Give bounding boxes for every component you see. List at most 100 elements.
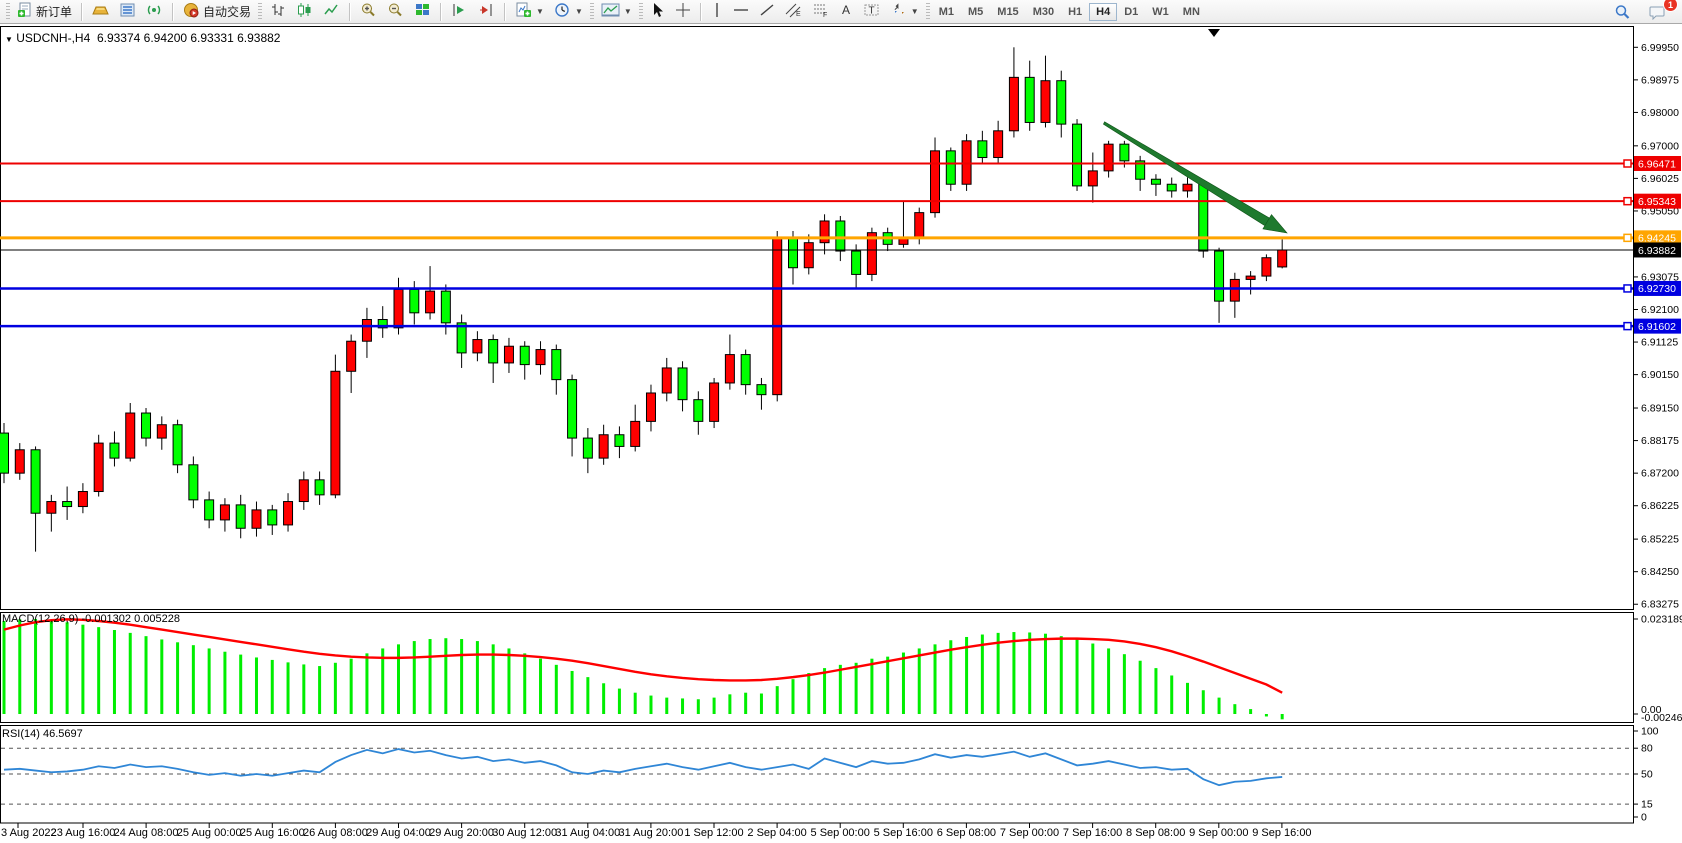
- svg-text:24 Aug 08:00: 24 Aug 08:00: [114, 827, 179, 839]
- text-tool-button[interactable]: A: [834, 0, 858, 23]
- trendline-tool-button[interactable]: [754, 0, 780, 23]
- macd-indicator-label: MACD(12,26,9) -0.001302 0.005228: [2, 613, 180, 625]
- timeframe-w1[interactable]: W1: [1145, 3, 1176, 21]
- toolbar-grip[interactable]: [926, 3, 930, 21]
- svg-text:T: T: [868, 6, 874, 17]
- crosshair-tool-button[interactable]: [670, 0, 696, 23]
- svg-text:25 Aug 00:00: 25 Aug 00:00: [177, 827, 242, 839]
- template-icon: [601, 2, 620, 21]
- collapse-panel-icon[interactable]: ▼: [5, 35, 13, 44]
- timeframe-m30[interactable]: M30: [1026, 3, 1061, 21]
- time-axis[interactable]: 3 Aug 202223 Aug 16:0024 Aug 08:0025 Aug…: [1, 823, 1312, 839]
- svg-text:7 Sep 16:00: 7 Sep 16:00: [1063, 827, 1122, 839]
- new-order-icon: [17, 2, 33, 21]
- signal-icon: [146, 2, 163, 21]
- autotrade-icon: [183, 2, 200, 21]
- gold-ingot-icon: [92, 2, 109, 21]
- svg-text:6.96471: 6.96471: [1638, 158, 1676, 170]
- autotrade-button[interactable]: 自动交易: [178, 0, 256, 23]
- fibonacci-icon: F: [812, 2, 829, 21]
- zoom-out-button[interactable]: [382, 0, 409, 23]
- notifications-button[interactable]: 1: [1644, 0, 1672, 23]
- svg-text:6.96025: 6.96025: [1641, 173, 1679, 185]
- macd-axis[interactable]: 0.0231890.00-0.002468: [1633, 613, 1682, 724]
- svg-text:6.99950: 6.99950: [1641, 42, 1679, 54]
- separator: [172, 3, 174, 21]
- svg-text:-0.002468: -0.002468: [1641, 712, 1682, 724]
- svg-text:26 Aug 08:00: 26 Aug 08:00: [303, 827, 368, 839]
- chart-shift-button[interactable]: [473, 0, 500, 23]
- toolbar-grip[interactable]: [6, 3, 10, 21]
- auto-scroll-button[interactable]: [446, 0, 473, 23]
- svg-text:1 Sep 12:00: 1 Sep 12:00: [684, 827, 743, 839]
- timeframe-h1[interactable]: H1: [1061, 3, 1089, 21]
- periods-button[interactable]: ▼: [549, 0, 588, 23]
- horizontal-line-tool-button[interactable]: [728, 0, 754, 23]
- svg-text:6.98000: 6.98000: [1641, 107, 1679, 119]
- toolbar-grip[interactable]: [258, 3, 262, 21]
- toolbar-grip[interactable]: [590, 3, 594, 21]
- chevron-down-icon: ▼: [624, 7, 632, 16]
- tile-windows-button[interactable]: [409, 0, 436, 23]
- svg-text:6.91125: 6.91125: [1641, 337, 1678, 349]
- zoom-in-icon: [360, 2, 377, 21]
- panel-frames: [1, 27, 1634, 824]
- bar-chart-mode-button[interactable]: [264, 0, 291, 23]
- vertical-line-tool-button[interactable]: [706, 0, 728, 23]
- candlestick-icon: [296, 2, 313, 21]
- svg-text:6.98975: 6.98975: [1641, 74, 1679, 86]
- chevron-down-icon: ▼: [536, 7, 544, 16]
- toolbar-grip[interactable]: [639, 3, 643, 21]
- new-order-button[interactable]: 新订单: [12, 0, 77, 23]
- svg-text:6.90150: 6.90150: [1641, 369, 1679, 381]
- channel-tool-button[interactable]: E: [780, 0, 807, 23]
- gold-symbols-button[interactable]: [87, 0, 114, 23]
- cursor-tool-button[interactable]: [645, 0, 670, 23]
- timeframe-d1[interactable]: D1: [1117, 3, 1145, 21]
- main-toolbar: 新订单 自动交易 ▼ ▼ ▼: [0, 0, 1682, 24]
- svg-text:80: 80: [1641, 743, 1653, 755]
- chart-canvas[interactable]: 6.999506.989756.980006.970006.960256.950…: [0, 25, 1682, 843]
- separator: [81, 3, 83, 21]
- templates-button[interactable]: ▼: [596, 0, 637, 23]
- arrows-icon: [890, 2, 907, 21]
- timeframe-m5[interactable]: M5: [961, 3, 990, 21]
- candlestick-mode-button[interactable]: [291, 0, 318, 23]
- chevron-down-icon: ▼: [911, 7, 919, 16]
- trendline-icon: [759, 2, 775, 21]
- timeframe-h4[interactable]: H4: [1089, 3, 1117, 21]
- search-button[interactable]: [1609, 0, 1636, 23]
- signals-button[interactable]: [141, 0, 168, 23]
- svg-text:8 Sep 08:00: 8 Sep 08:00: [1126, 827, 1185, 839]
- svg-text:6.92730: 6.92730: [1638, 283, 1676, 295]
- fibonacci-tool-button[interactable]: F: [807, 0, 834, 23]
- svg-text:9 Sep 16:00: 9 Sep 16:00: [1252, 827, 1311, 839]
- svg-text:31 Aug 20:00: 31 Aug 20:00: [618, 827, 683, 839]
- timeframe-switcher: M1M5M15M30H1H4D1W1MN: [932, 0, 1207, 24]
- line-chart-icon: [323, 2, 340, 21]
- indicators-button[interactable]: ▼: [510, 0, 549, 23]
- line-chart-mode-button[interactable]: [318, 0, 345, 23]
- timeframe-m15[interactable]: M15: [990, 3, 1025, 21]
- symbol-period-label: USDCNH-,H4: [16, 31, 90, 45]
- svg-text:6.87200: 6.87200: [1641, 468, 1679, 480]
- mt4-terminal: { "toolbar": { "new_order_label": "新订单",…: [0, 0, 1682, 843]
- svg-text:E: E: [796, 11, 801, 18]
- svg-text:7 Sep 00:00: 7 Sep 00:00: [1000, 827, 1059, 839]
- chart-shift-icon: [478, 2, 495, 21]
- zoom-in-button[interactable]: [355, 0, 382, 23]
- text-label-tool-button[interactable]: T: [858, 0, 885, 23]
- ohlc-values: 6.93374 6.94200 6.93331 6.93882: [97, 31, 281, 45]
- chart-title: ▼ USDCNH-,H4 6.93374 6.94200 6.93331 6.9…: [5, 31, 280, 45]
- svg-text:100: 100: [1641, 726, 1659, 738]
- timeframe-mn[interactable]: MN: [1176, 3, 1207, 21]
- auto-scroll-icon: [451, 2, 468, 21]
- arrows-tool-button[interactable]: ▼: [885, 0, 924, 23]
- separator: [700, 3, 702, 21]
- timeframe-m1[interactable]: M1: [932, 3, 961, 21]
- market-depth-button[interactable]: [114, 0, 141, 23]
- svg-text:50: 50: [1641, 769, 1653, 781]
- clock-icon: [554, 2, 571, 21]
- search-icon: [1614, 4, 1631, 20]
- tile-windows-icon: [414, 2, 431, 21]
